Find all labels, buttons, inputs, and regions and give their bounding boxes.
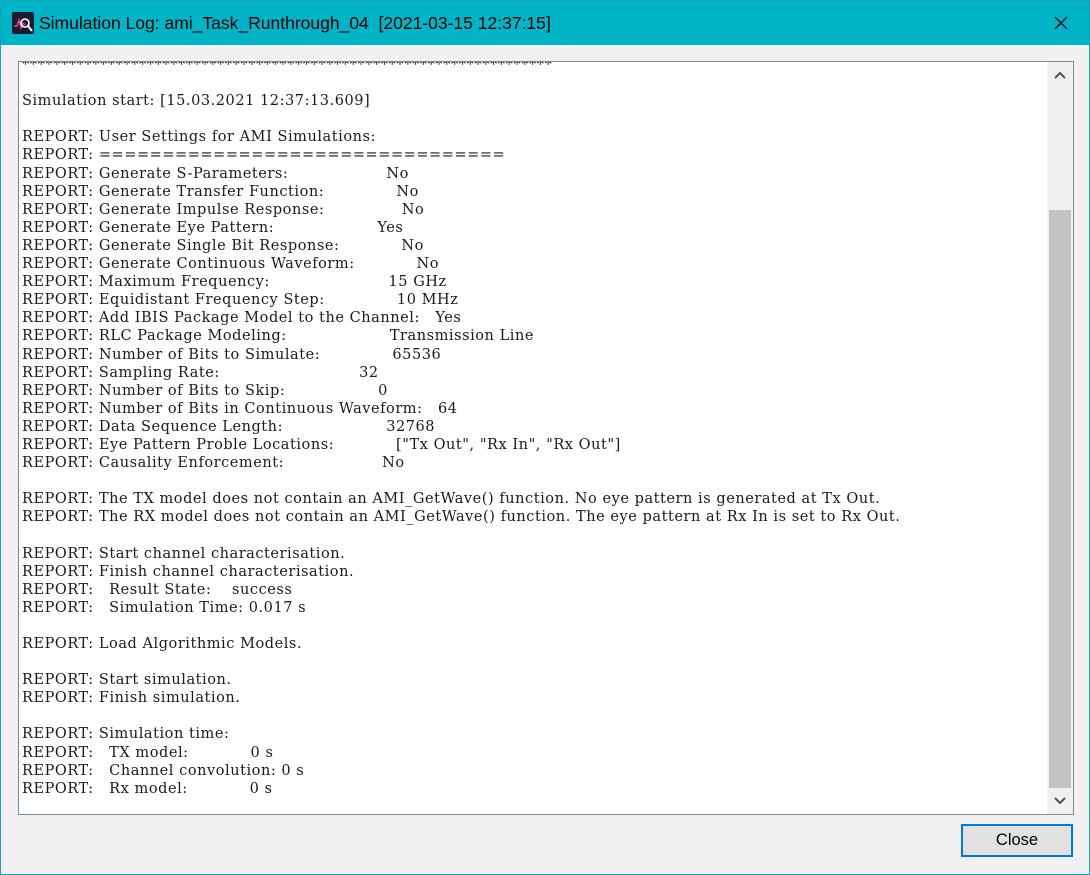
log-line: REPORT: ================================ [22,147,506,164]
log-line: REPORT: Eye Pattern Proble Locations: ["… [22,436,621,453]
chevron-up-icon[interactable] [1047,62,1073,88]
log-line: REPORT: Sampling Rate: 32 [22,364,379,381]
vertical-scrollbar[interactable] [1047,62,1073,814]
log-line: REPORT: TX model: 0 s [22,744,274,761]
log-line: REPORT: Simulation Time: 0.017 s [22,599,307,616]
log-line: REPORT: Generate Impulse Response: No [22,201,425,218]
chevron-down-icon[interactable] [1047,788,1073,814]
log-line: REPORT: Add IBIS Package Model to the Ch… [22,310,462,327]
log-line: REPORT: Number of Bits to Skip: 0 [22,382,388,399]
log-line: REPORT: Start channel characterisation. [22,545,346,562]
log-line: REPORT: Simulation time: [22,726,230,743]
waveform-search-icon [12,12,34,34]
window-title: Simulation Log: ami_Task_Runthrough_04 [… [39,13,551,33]
log-line: REPORT: Start simulation. [22,672,232,689]
log-content: ****************************************… [22,61,1042,814]
log-line: REPORT: Generate Transfer Function: No [22,183,419,200]
log-line: REPORT: Generate Single Bit Response: No [22,237,424,254]
log-line: REPORT: Number of Bits to Simulate: 6553… [22,346,442,363]
log-line: REPORT: Generate S-Parameters: No [22,165,409,182]
log-line: REPORT: Generate Continuous Waveform: No [22,256,440,273]
log-line: REPORT: The TX model does not contain an… [22,491,881,508]
log-line: REPORT: Finish channel characterisation. [22,563,355,580]
log-line: REPORT: Generate Eye Pattern: Yes [22,219,404,236]
close-icon[interactable] [1041,3,1081,43]
log-line: REPORT: RLC Package Modeling: Transmissi… [22,328,534,345]
log-line: REPORT: User Settings for AMI Simulation… [22,129,376,146]
log-line: REPORT: Load Algorithmic Models. [22,636,303,652]
log-line: REPORT: Maximum Frequency: 15 GHz [22,274,447,291]
log-line: ****************************************… [22,61,553,73]
log-line: REPORT: Equidistant Frequency Step: 10 M… [22,292,459,309]
log-line: REPORT: Rx model: 0 s [22,780,273,797]
log-line: REPORT: Finish simulation. [22,690,241,707]
log-line: REPORT: Causality Enforcement: No [22,455,405,472]
simulation-log-window: Simulation Log: ami_Task_Runthrough_04 [… [0,0,1090,875]
log-line: REPORT: Result State: success [22,581,293,598]
scrollbar-thumb[interactable] [1049,210,1071,788]
log-text-area[interactable]: ****************************************… [18,61,1074,815]
log-line: Simulation start: [15.03.2021 12:37:13.6… [22,93,371,110]
title-bar[interactable]: Simulation Log: ami_Task_Runthrough_04 [… [1,1,1089,45]
close-button[interactable]: Close [961,824,1073,857]
log-line: REPORT: The RX model does not contain an… [22,509,901,526]
log-line: REPORT: Channel convolution: 0 s [22,762,305,779]
log-line: REPORT: Data Sequence Length: 32768 [22,418,436,435]
log-line: REPORT: Number of Bits in Continuous Wav… [22,400,458,417]
